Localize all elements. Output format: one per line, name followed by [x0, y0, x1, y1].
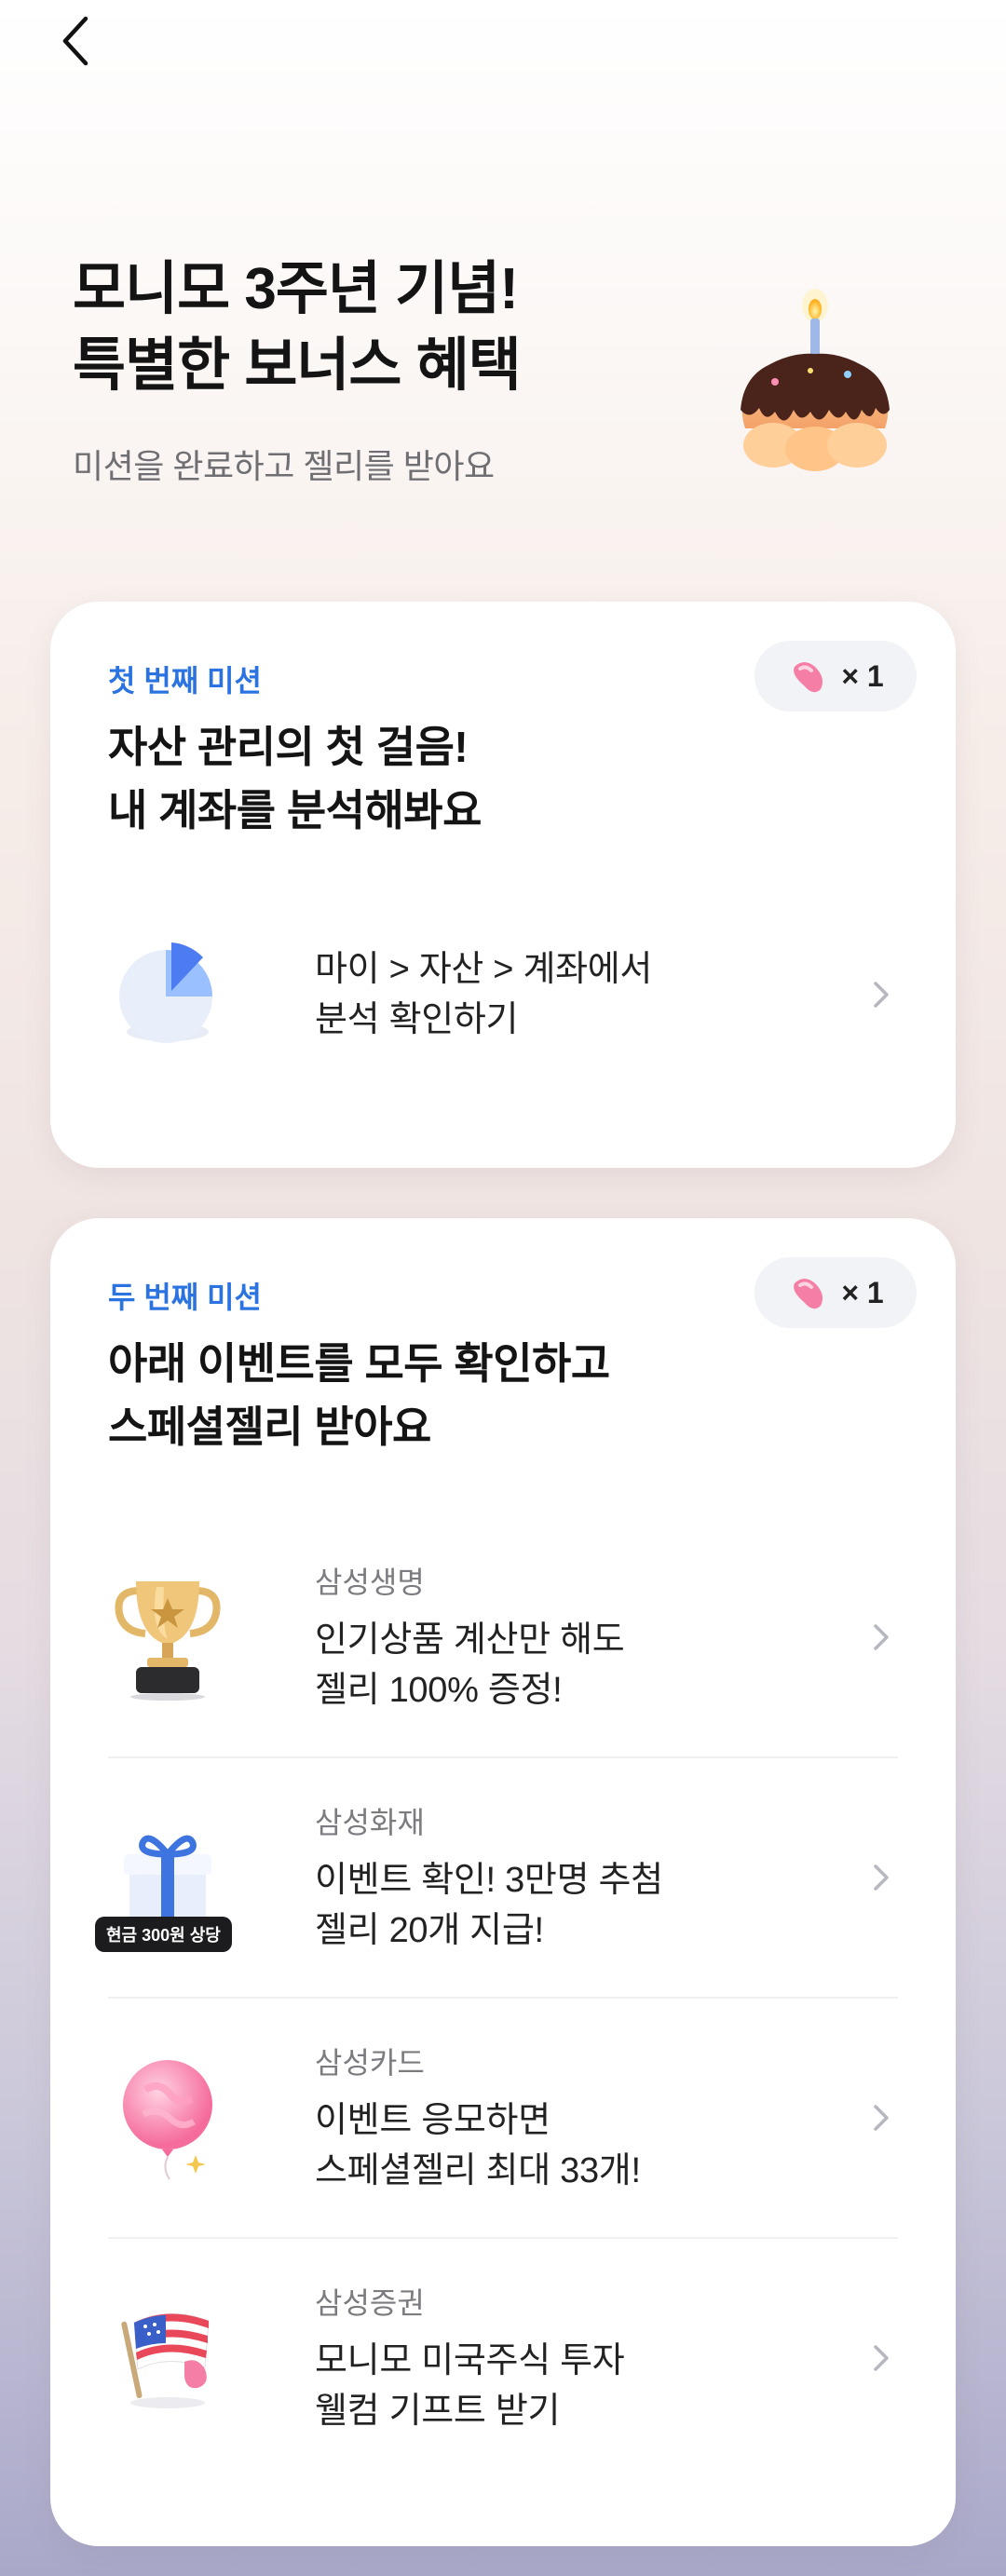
gift-box-icon: [124, 1835, 211, 1921]
chevron-right-icon: [874, 2345, 889, 2371]
event-item-samsung-card[interactable]: 삼성카드 이벤트 응모하면 스페셜젤리 최대 33개!: [108, 1999, 898, 2237]
mission-label: 첫 번째 미션: [108, 664, 262, 698]
cash-badge: 현금 300원 상당: [95, 1917, 232, 1952]
chevron-right-icon: [874, 1624, 889, 1650]
chevron-right-icon: [874, 982, 889, 1008]
mission-item-account-analysis[interactable]: 마이 > 자산 > 계좌에서 분석 확인하기: [108, 875, 898, 1114]
event-brand: 삼성화재: [315, 1806, 425, 1839]
mission-title: 자산 관리의 첫 걸음! 내 계좌를 분석해봐요: [108, 723, 482, 834]
jelly-reward-badge: × 1: [754, 641, 917, 712]
jelly-icon: [794, 662, 823, 693]
chevron-right-icon: [874, 2105, 889, 2131]
pie-chart-icon: [119, 942, 212, 1043]
event-brand: 삼성증권: [315, 2286, 425, 2320]
birthday-cake-icon: [741, 289, 890, 471]
balloon-icon: [123, 2060, 212, 2180]
event-brand: 삼성카드: [315, 2046, 425, 2080]
chevron-right-icon: [874, 1864, 889, 1891]
jelly-reward-badge: × 1: [754, 1257, 917, 1328]
mission-title: 아래 이벤트를 모두 확인하고 스페셜젤리 받아요: [108, 1339, 610, 1451]
event-item-samsung-life[interactable]: 삼성생명 인기상품 계산만 해도 젤리 100% 증정!: [108, 1518, 898, 1756]
us-flag-icon: [121, 2313, 210, 2408]
back-arrow-icon[interactable]: [58, 13, 95, 69]
event-item-samsung-fire[interactable]: 현금 300원 상당 삼성화재 이벤트 확인! 3만명 추첨 젤리 20개 지급…: [95, 1758, 898, 1997]
mission-card-1: 첫 번째 미션 × 1 자산 관리의 첫 걸음! 내 계좌를 분석해봐요 마이 …: [50, 602, 956, 1168]
trophy-icon: [115, 1581, 221, 1701]
event-item-samsung-securities[interactable]: 삼성증권 모니모 미국주식 투자 웰컴 기프트 받기: [108, 2239, 898, 2477]
mission-card-2: 두 번째 미션 × 1 아래 이벤트를 모두 확인하고 스페셜젤리 받아요 삼성…: [50, 1218, 956, 2546]
mission-label: 두 번째 미션: [108, 1281, 262, 1314]
event-brand: 삼성생명: [315, 1566, 425, 1599]
jelly-icon: [794, 1279, 823, 1309]
